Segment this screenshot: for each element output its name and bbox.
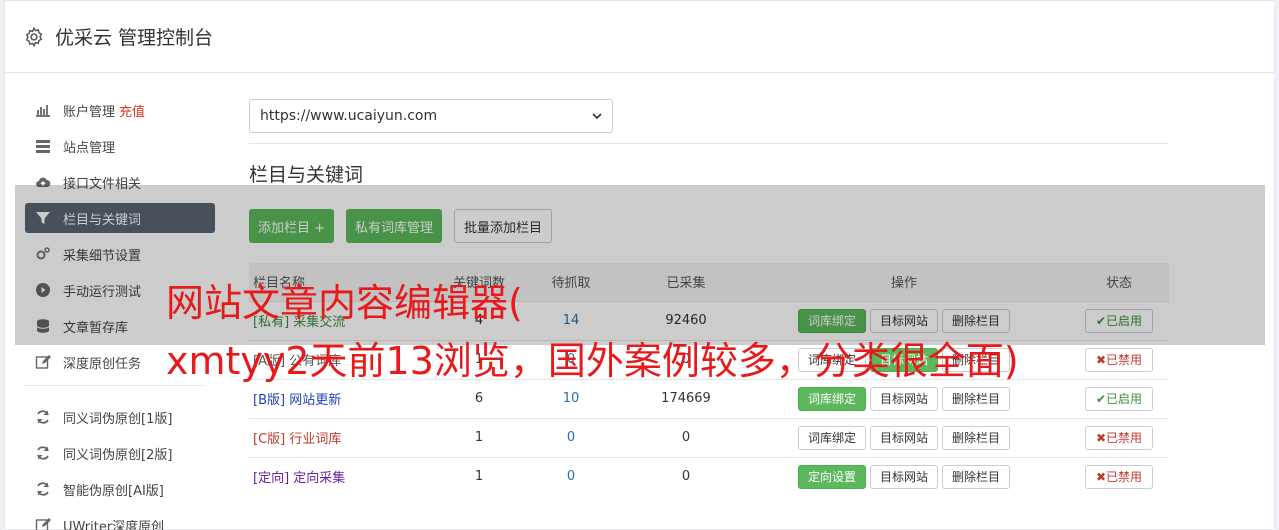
target-site-button[interactable]: 目标网站 [869, 425, 938, 450]
bar-chart-icon [36, 105, 50, 117]
refresh-icon [37, 482, 49, 496]
refresh-icon [37, 410, 49, 424]
target-site-button[interactable]: 目标网站 [869, 386, 938, 411]
sidebar-item-synonym-1[interactable]: 同义词伪原创[1版] [25, 402, 215, 432]
sidebar-item-label: 同义词伪原创[1版] [63, 411, 173, 427]
edit-icon [35, 518, 51, 530]
column-tag: [C版] [253, 432, 286, 447]
status-badge[interactable]: ✔已启用 [1084, 386, 1154, 411]
pending-count[interactable]: 0 [509, 417, 633, 457]
delete-column-button[interactable]: 删除栏目 [942, 425, 1011, 450]
sidebar-item-label: 深度原创任务 [63, 356, 142, 372]
status-badge[interactable]: ✖已禁用 [1084, 464, 1154, 489]
sidebar-item-sites[interactable]: 站点管理 [25, 131, 215, 161]
delete-column-button[interactable]: 删除栏目 [942, 464, 1011, 489]
sidebar-item-label: UWriter深度原创 [63, 519, 165, 530]
sidebar-item-ai-original[interactable]: 智能伪原创[AI版] [25, 474, 215, 504]
sidebar-item-label: 智能伪原创[AI版] [63, 483, 164, 499]
sidebar-divider [25, 385, 205, 386]
table-row: [C版] 行业词库 1 0 0 词库绑定 目标网站 删除栏目 ✖已禁用 [249, 417, 1169, 457]
status-cell: ✖已禁用 [1069, 339, 1169, 379]
collected-count: 0 [633, 456, 739, 496]
column-title: 网站更新 [289, 393, 342, 408]
column-name[interactable]: [C版] 行业词库 [249, 417, 449, 457]
keyword-count: 1 [449, 456, 509, 496]
edit-icon [35, 355, 51, 369]
column-tag: [B版] [253, 393, 286, 408]
status-cell: ✖已禁用 [1069, 456, 1169, 496]
actions-cell: 词库绑定 目标网站 删除栏目 [739, 417, 1069, 457]
sidebar-item-account[interactable]: 账户管理 充值 [25, 95, 215, 125]
column-title: 定向采集 [293, 471, 346, 487]
status-badge[interactable]: ✖已禁用 [1084, 347, 1154, 372]
table-row: [定向] 定向采集 1 0 0 定向设置 目标网站 删除栏目 ✖已禁用 [249, 456, 1169, 496]
lexicon-bind-button[interactable]: 词库绑定 [797, 386, 866, 411]
section-title: 栏目与关键词 [249, 164, 364, 186]
panel-header: 优采云 管理控制台 [5, 1, 1274, 73]
lexicon-bind-button[interactable]: 词库绑定 [797, 425, 866, 450]
target-site-button[interactable]: 目标网站 [869, 464, 938, 489]
column-tag: [定向] [253, 471, 290, 487]
gear-icon [25, 26, 43, 47]
divider [249, 143, 1169, 144]
overlay-text-line2: xmtyy2天前13浏览，国外案例较多，分类很全面) [166, 339, 1019, 383]
chevron-down-icon [592, 113, 602, 120]
server-icon [36, 140, 50, 153]
delete-column-button[interactable]: 删除栏目 [942, 386, 1011, 411]
keyword-count: 1 [449, 417, 509, 457]
actions-cell: 定向设置 目标网站 删除栏目 [739, 456, 1069, 496]
sidebar-item-label: 站点管理 [63, 140, 116, 156]
sidebar-item-label: 同义词伪原创[2版] [63, 447, 173, 463]
status-cell: ✔已启用 [1069, 378, 1169, 418]
site-select-value: https://www.ucaiyun.com [260, 108, 438, 124]
sidebar-item-uwriter[interactable]: UWriter深度原创 [25, 510, 215, 530]
status-cell: ✖已禁用 [1069, 417, 1169, 457]
sidebar-item-label: 账户管理 [63, 104, 116, 120]
site-select[interactable]: https://www.ucaiyun.com [249, 99, 613, 133]
status-badge[interactable]: ✖已禁用 [1084, 425, 1154, 450]
page-title: 优采云 管理控制台 [55, 27, 214, 49]
overlay-text-line1: 网站文章内容编辑器( [166, 281, 523, 325]
recharge-link[interactable]: 充值 [119, 101, 145, 120]
column-name[interactable]: [定向] 定向采集 [249, 456, 449, 496]
lexicon-bind-button[interactable]: 定向设置 [797, 464, 866, 489]
column-title: 行业词库 [289, 432, 342, 447]
sidebar-item-synonym-2[interactable]: 同义词伪原创[2版] [25, 438, 215, 468]
pending-count[interactable]: 0 [509, 456, 633, 496]
refresh-icon [37, 446, 49, 460]
collected-count: 0 [633, 417, 739, 457]
